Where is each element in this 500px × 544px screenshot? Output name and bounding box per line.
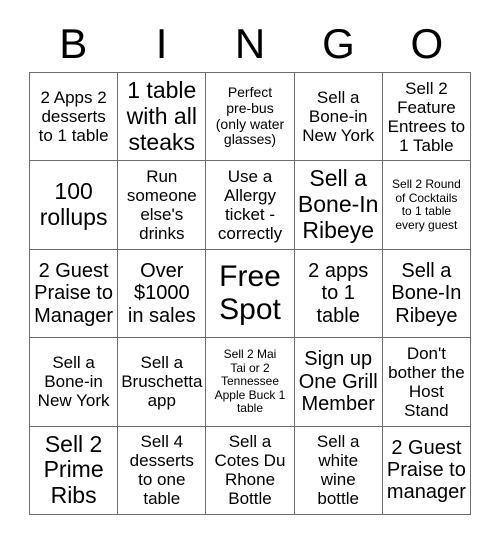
bingo-cell[interactable]: Sell a Bruschetta app (118, 338, 207, 427)
bingo-cell-label: Sell a white wine bottle (316, 432, 360, 509)
bingo-cell-label: Run someone else's drinks (126, 167, 197, 244)
header-letter-g: G (322, 20, 355, 67)
bingo-grid: 2 Apps 2 desserts to 1 table 1 table with… (29, 72, 471, 515)
bingo-cell-label: Free Spot (219, 259, 281, 327)
bingo-cell[interactable]: Sell 2 Round of Cocktails to 1 table eve… (382, 161, 471, 250)
bingo-cell[interactable]: 1 table with all steaks (118, 73, 207, 162)
bingo-cell[interactable]: Run someone else's drinks (118, 161, 207, 250)
bingo-header-row: B I N G O (29, 16, 471, 72)
bingo-cell-label: 1 table with all steaks (126, 77, 197, 155)
bingo-cell[interactable]: Sell 2 Mai Tai or 2 Tennessee Apple Buck… (206, 338, 295, 427)
bingo-cell[interactable]: 2 Apps 2 desserts to 1 table (30, 73, 119, 162)
bingo-cell[interactable]: Don't bother the Host Stand (382, 338, 471, 427)
header-letter-i: I (155, 20, 168, 67)
bingo-cell-label: 2 Guest Praise to Manager (34, 259, 114, 327)
bingo-cell-label: Sell a Bone-in New York (302, 88, 375, 146)
bingo-cell-label: 2 Guest Praise to manager (386, 436, 466, 504)
bingo-cell[interactable]: Sell a Bone-in New York (30, 338, 119, 427)
bingo-cell[interactable]: Sell 4 desserts to one table (118, 426, 207, 515)
bingo-cell[interactable]: 2 apps to 1 table (294, 249, 383, 339)
bingo-cell-label: 2 Apps 2 desserts to 1 table (38, 88, 109, 146)
bingo-cell[interactable]: Use a Allergy ticket - correctly (206, 161, 295, 250)
bingo-cell[interactable]: Sell a Cotes Du Rhone Bottle (206, 426, 295, 515)
bingo-cell[interactable]: Sell a Bone-In Ribeye (382, 249, 471, 339)
bingo-cell-label: Over $1000 in sales (127, 259, 196, 327)
bingo-cell-label: Sell 2 Mai Tai or 2 Tennessee Apple Buck… (214, 347, 286, 416)
bingo-cell[interactable]: Sell a Bone-In Ribeye (294, 161, 383, 250)
bingo-cell[interactable]: Sell 2 Prime Ribs (30, 426, 119, 515)
bingo-cell-label: Perfect pre-bus (only water glasses) (215, 84, 285, 148)
bingo-cell-label: Don't bother the Host Stand (388, 343, 465, 420)
bingo-card: B I N G O 2 Apps 2 desserts to 1 table 1 … (0, 0, 500, 544)
bingo-cell-label: Sell a Bruschetta app (121, 353, 203, 411)
header-letter-b: B (59, 20, 88, 67)
bingo-free-space-cell[interactable]: Free Spot (206, 249, 295, 339)
bingo-cell-label: Sell a Bone-In Ribeye (391, 259, 462, 327)
bingo-cell[interactable]: 2 Guest Praise to manager (382, 426, 471, 515)
bingo-cell[interactable]: 2 Guest Praise to Manager (30, 249, 119, 339)
bingo-cell-label: Use a Allergy ticket - correctly (217, 167, 283, 244)
bingo-cell-label: Sell 2 Prime Ribs (43, 430, 104, 509)
bingo-cell[interactable]: Sell a white wine bottle (294, 426, 383, 515)
bingo-cell-label: Sell a Bone-In Ribeye (297, 165, 379, 243)
bingo-cell-label: Sell 2 Feature Entrees to 1 Table (387, 78, 466, 155)
header-letter-o: O (410, 20, 444, 67)
bingo-cell-label: 2 apps to 1 table (308, 259, 369, 327)
bingo-cell-label: Sell a Bone-in New York (37, 353, 110, 411)
bingo-cell[interactable]: Over $1000 in sales (118, 249, 207, 339)
bingo-cell-label: Sell a Cotes Du Rhone Bottle (214, 432, 286, 509)
bingo-cell[interactable]: Sign up One Grill Member (294, 338, 383, 427)
bingo-cell-label: 100 rollups (39, 178, 108, 231)
bingo-cell[interactable]: Sell 2 Feature Entrees to 1 Table (382, 73, 471, 162)
bingo-cell[interactable]: Sell a Bone-in New York (294, 73, 383, 162)
header-letter-n: N (234, 20, 266, 67)
bingo-cell[interactable]: 100 rollups (30, 161, 119, 250)
bingo-cell-label: Sell 4 desserts to one table (129, 432, 194, 509)
bingo-cell-label: Sign up One Grill Member (298, 348, 378, 416)
bingo-cell-label: Sell 2 Round of Cocktails to 1 table eve… (392, 177, 461, 232)
bingo-cell[interactable]: Perfect pre-bus (only water glasses) (206, 73, 295, 162)
